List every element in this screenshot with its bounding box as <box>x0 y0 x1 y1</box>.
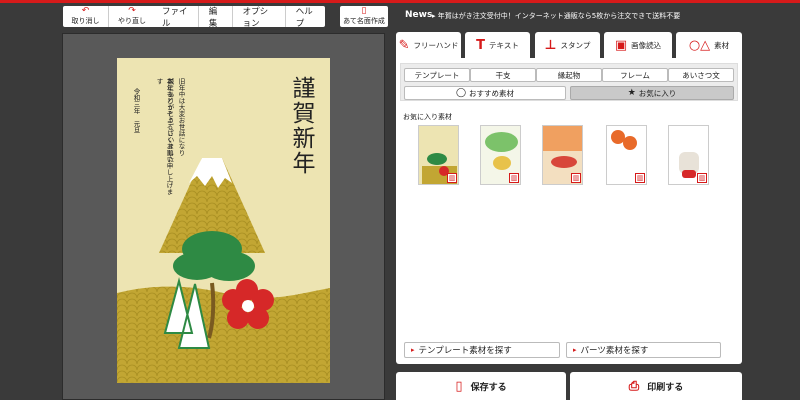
trash-icon[interactable]: ▥ <box>697 173 707 183</box>
print-label: 印刷する <box>647 382 684 393</box>
category-frame[interactable]: フレーム <box>602 68 668 82</box>
speech-bubble-icon: ◯ <box>455 88 467 98</box>
file-menu[interactable]: ファイル <box>152 6 199 29</box>
plum-center <box>242 300 254 312</box>
greeting-card-canvas[interactable]: 謹賀新年 旧年中は大変お世話になり 誠にありがとうございました 本年もどうぞよろ… <box>117 58 330 383</box>
thumb-greenery <box>485 132 518 152</box>
option-menu[interactable]: オプション <box>233 6 286 29</box>
find-parts-button[interactable]: ▸ パーツ素材を探す <box>566 342 721 358</box>
plum-petal-5 <box>222 289 244 311</box>
material-panel <box>396 58 742 364</box>
address-label: あて名面作成 <box>343 17 385 25</box>
message-line-3: 本年もどうぞよろしくお願い申し上げます <box>155 78 173 195</box>
undo-button[interactable]: ↶ 取り消し <box>63 6 109 27</box>
save-button[interactable]: ▯ 保存する <box>396 372 566 400</box>
top-toolbar: ↶ 取り消し ↷ やり直し ファイル 編集 オプション ヘルプ ▯ あて名面作成… <box>0 0 800 29</box>
favorite-thumbnail[interactable]: ▥ <box>480 125 521 185</box>
thumb-pine <box>427 153 447 165</box>
image-icon: ▣ <box>614 37 628 53</box>
arrow-right-icon: ▸ <box>573 346 577 354</box>
find-template-button[interactable]: ▸ テンプレート素材を探す <box>404 342 560 358</box>
undo-redo-group: ↶ 取り消し ↷ やり直し <box>63 6 155 27</box>
tab-image-import[interactable]: ▣ 画像読込 <box>604 32 672 58</box>
category-template[interactable]: テンプレート <box>404 68 470 82</box>
thumb-fan <box>493 156 511 170</box>
recommended-label: おすすめ素材 <box>469 88 515 98</box>
thumb-flower-2 <box>623 136 637 150</box>
news-ticker[interactable]: ▸ 年賀はがき注文受付中！インターネット通販なら5枚から注文できて送料不要 <box>432 11 680 21</box>
tab-material-label: 素材 <box>714 40 730 50</box>
news-label: News <box>405 10 433 20</box>
document-icon: ▯ <box>455 378 463 394</box>
stamp-icon: ⊥ <box>544 37 557 53</box>
category-eto[interactable]: 干支 <box>470 68 536 82</box>
favorites-tab-label: お気に入り <box>638 88 677 98</box>
edit-menu[interactable]: 編集 <box>199 6 233 29</box>
star-icon: ★ <box>627 88 636 98</box>
favorite-thumbnail[interactable]: ▥ <box>668 125 709 185</box>
tab-image-import-label: 画像読込 <box>631 40 662 50</box>
shapes-icon: ○△ <box>688 37 711 53</box>
menu-group: ファイル 編集 オプション ヘルプ <box>152 6 325 29</box>
thumb-crane <box>551 156 577 168</box>
tab-freehand[interactable]: ✎ フリーハンド <box>396 32 461 58</box>
tab-text[interactable]: T テキスト <box>465 32 530 58</box>
favorite-thumbnail[interactable]: ▥ <box>606 125 647 185</box>
postcard-icon: ▯ <box>361 6 367 16</box>
save-label: 保存する <box>470 382 507 393</box>
tab-stamp[interactable]: ⊥ スタンプ <box>535 32 600 58</box>
arrow-right-icon: ▸ <box>411 346 415 354</box>
greeting-title: 謹賀新年 <box>288 76 314 176</box>
trash-icon[interactable]: ▥ <box>635 173 645 183</box>
favorites-tab[interactable]: ★ お気に入り <box>570 86 734 100</box>
address-side-button[interactable]: ▯ あて名面作成 <box>340 6 388 27</box>
undo-label: 取り消し <box>71 17 100 25</box>
message-line-1: 旧年中は大変お世話になり <box>177 78 185 156</box>
favorite-thumbnail[interactable]: ▥ <box>418 125 459 185</box>
tab-text-label: テキスト <box>489 40 519 50</box>
tab-material[interactable]: ○△ 素材 <box>676 32 742 58</box>
redo-button[interactable]: ↷ やり直し <box>109 6 155 27</box>
redo-icon: ↷ <box>128 6 136 16</box>
undo-icon: ↶ <box>81 6 90 16</box>
print-button[interactable]: ⎙ 印刷する <box>570 372 742 400</box>
tab-stamp-label: スタンプ <box>560 40 591 50</box>
pine-leaves-right <box>203 251 255 281</box>
printer-icon: ⎙ <box>628 378 640 394</box>
pen-icon: ✎ <box>398 37 410 53</box>
recommended-button[interactable]: ◯ おすすめ素材 <box>404 86 566 100</box>
trash-icon[interactable]: ▥ <box>571 173 581 183</box>
address-group: ▯ あて名面作成 <box>340 6 388 27</box>
favorite-thumbnail[interactable]: ▥ <box>542 125 583 185</box>
category-engimono[interactable]: 縁起物 <box>536 68 602 82</box>
help-menu[interactable]: ヘルプ <box>286 6 325 29</box>
redo-label: やり直し <box>118 17 146 25</box>
trash-icon[interactable]: ▥ <box>509 173 519 183</box>
find-parts-label: パーツ素材を探す <box>580 346 649 356</box>
favorites-title: お気に入り素材 <box>403 113 452 121</box>
trash-icon[interactable]: ▥ <box>447 173 457 183</box>
thumb-dog-collar <box>682 170 696 178</box>
find-template-label: テンプレート素材を探す <box>418 346 512 356</box>
category-greeting-text[interactable]: あいさつ文 <box>668 68 734 82</box>
text-t-icon: T <box>476 37 486 53</box>
thumb-sunrise <box>543 126 582 151</box>
tab-freehand-label: フリーハンド <box>413 40 459 50</box>
date-text: 令和三年 元旦 <box>132 88 140 134</box>
